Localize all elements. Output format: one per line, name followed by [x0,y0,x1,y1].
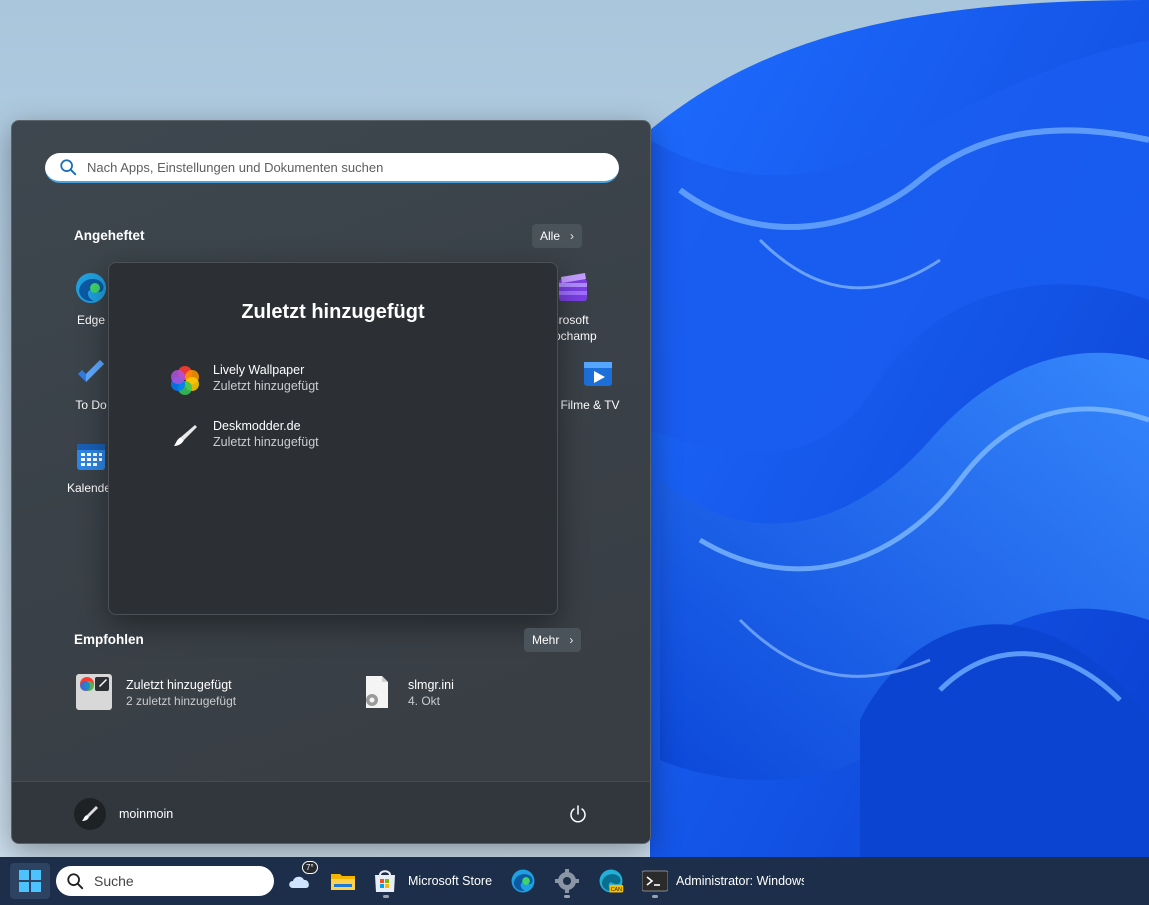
recommended-item-name: slmgr.ini [408,678,454,692]
folder-item-sub: Zuletzt hinzugefügt [213,435,319,449]
folder-item-lively-wallpaper[interactable]: Lively Wallpaper Zuletzt hinzugefügt [169,360,469,400]
weather-temperature: 7° [302,861,318,874]
folder-icon [331,874,355,890]
avatar [74,798,106,830]
edge-icon [511,869,535,893]
folder-item-deskmodder[interactable]: Deskmodder.de Zuletzt hinzugefügt [169,416,469,456]
terminal-label: Administrator: Windows [676,874,804,888]
search-icon [60,159,77,176]
windows-logo-icon [19,870,41,892]
chevron-right-icon: › [570,229,575,243]
user-name: moinmoin [119,807,174,821]
recommended-item-sub: 4. Okt [408,694,441,708]
edge-canary-icon: CAN [599,869,624,893]
folder-item-sub: Zuletzt hinzugefügt [213,379,319,393]
lively-wallpaper-icon [171,366,199,395]
start-search-box[interactable]: Nach Apps, Einstellungen und Dokumenten … [45,153,619,183]
brush-icon [82,806,98,821]
more-button[interactable]: Mehr › [524,628,582,652]
taskbar-search-label: Suche [94,873,134,889]
terminal-taskbar-button[interactable]: Administrator: Windows [640,863,810,899]
running-indicator [383,895,389,898]
microsoft-store-button[interactable]: Microsoft Store [370,863,500,899]
taskbar-search[interactable]: Suche [56,866,274,896]
power-icon[interactable] [568,804,588,824]
all-apps-button[interactable]: Alle › [532,224,583,248]
recommended-item-slmgr[interactable]: slmgr.ini 4. Okt [358,674,558,714]
pinned-title: Angeheftet [74,228,145,243]
all-apps-label: Alle [540,229,561,243]
running-indicator [564,895,570,898]
recommended-item-name: Zuletzt hinzugefügt [126,678,232,692]
calendar-icon [77,444,105,470]
recommended-title: Empfohlen [74,632,144,647]
search-icon [67,873,84,890]
weather-widget[interactable]: 7° [284,861,318,899]
start-button[interactable] [10,863,50,899]
running-indicator [652,895,658,898]
chevron-right-icon: › [569,633,574,647]
terminal-icon [642,870,668,892]
settings-taskbar-button[interactable] [552,863,582,899]
start-menu: Nach Apps, Einstellungen und Dokumenten … [11,120,651,844]
user-account-button[interactable]: moinmoin [74,798,173,830]
gear-icon [555,869,579,893]
recommended-item-sub: 2 zuletzt hinzugefügt [126,694,237,708]
folder-title: Zuletzt hinzugefügt [241,301,425,323]
file-explorer-button[interactable] [328,863,358,899]
recommended-item-recently-added[interactable]: Zuletzt hinzugefügt 2 zuletzt hinzugefüg… [76,674,336,714]
start-footer: moinmoin [12,781,650,843]
clipchamp-icon [559,273,587,301]
canary-badge: CAN [611,887,622,893]
edge-taskbar-button[interactable] [508,863,538,899]
recently-added-folder-popup: Zuletzt hinzugefügt Lively Wallpaper Zul… [108,262,558,615]
folder-item-name: Deskmodder.de [213,419,301,433]
more-label: Mehr [532,633,560,647]
folder-item-name: Lively Wallpaper [213,363,305,377]
edge-canary-taskbar-button[interactable]: CAN [596,863,626,899]
store-label: Microsoft Store [408,874,493,888]
taskbar: Suche 7° Microsoft Store CAN Administrat… [0,857,1149,905]
edge-icon [76,273,106,303]
recently-added-folder-icon [76,674,112,710]
brush-icon [169,420,201,452]
search-placeholder: Nach Apps, Einstellungen und Dokumenten … [87,159,384,175]
movies-tv-icon [584,362,612,386]
ini-file-icon [366,676,388,708]
store-icon [375,870,395,892]
todo-icon [78,360,104,382]
